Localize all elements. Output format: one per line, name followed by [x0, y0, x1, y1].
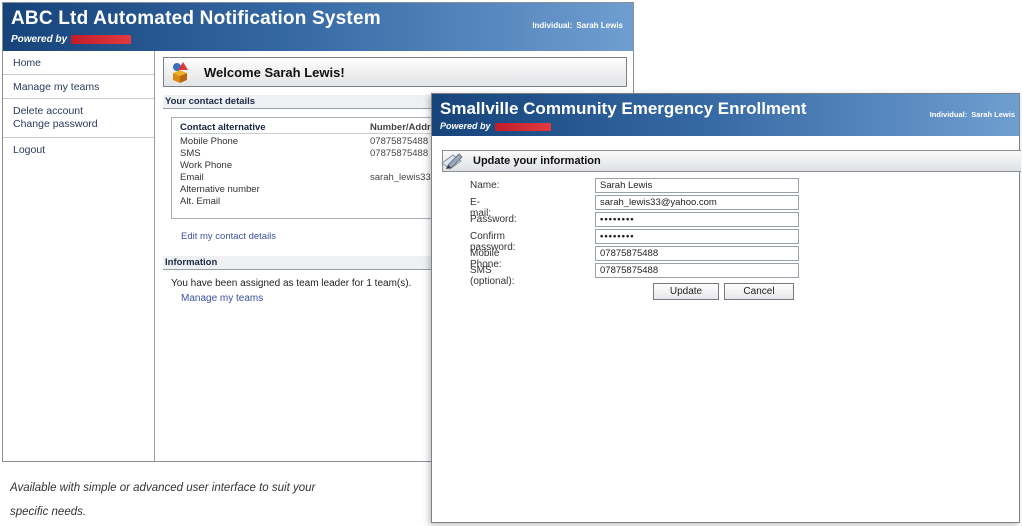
app-header: ABC Ltd Automated Notification System Po… — [3, 3, 633, 51]
app-title: ABC Ltd Automated Notification System — [11, 8, 381, 29]
contact-type: SMS — [180, 148, 201, 159]
name-field[interactable]: Sarah Lewis — [595, 178, 799, 193]
smallville-enrollment-window: Smallville Community Emergency Enrollmen… — [431, 93, 1021, 523]
powered-by-label: Powered by — [440, 121, 491, 131]
sidebar-group-account: Delete account Change password — [3, 99, 154, 138]
contact-type: Alt. Email — [180, 196, 221, 207]
user-label: Individual: — [929, 110, 968, 119]
update-section-header: Update your information — [441, 150, 1021, 172]
contact-type: Alternative number — [180, 184, 260, 195]
sidebar-item-logout[interactable]: Logout — [3, 138, 154, 162]
powered-by-label: Powered by — [11, 34, 68, 45]
user-name: Sarah Lewis — [576, 21, 623, 30]
sidebar-item-delete-account[interactable]: Delete account — [13, 105, 144, 118]
password-label: Password: — [470, 214, 517, 225]
update-section-title: Update your information — [473, 155, 601, 167]
update-button[interactable]: Update — [653, 283, 719, 300]
user-label: Individual: — [532, 21, 573, 30]
marketing-caption: Available with simple or advanced user i… — [10, 482, 316, 518]
sidebar-item-change-password[interactable]: Change password — [13, 118, 144, 131]
name-label: Name: — [470, 180, 500, 191]
sidebar: Home Manage my teams Delete account Chan… — [3, 51, 155, 461]
sidebar-item-manage-teams[interactable]: Manage my teams — [3, 75, 154, 99]
column-header-contact: Contact alternative — [180, 122, 266, 133]
current-user: Individual: Sarah Lewis — [532, 21, 623, 30]
vendor-logo-icon — [71, 34, 132, 44]
confirm-password-field[interactable]: •••••••• — [595, 229, 799, 244]
welcome-banner: Welcome Sarah Lewis! — [163, 57, 627, 87]
app-title: Smallville Community Emergency Enrollmen… — [440, 99, 807, 118]
sidebar-item-home[interactable]: Home — [3, 51, 154, 75]
password-field[interactable]: •••••••• — [595, 212, 799, 227]
current-user: Individual: Sarah Lewis — [930, 110, 1015, 119]
contact-type: Email — [180, 172, 204, 183]
contact-type: Work Phone — [180, 160, 233, 171]
vendor-logo-icon — [494, 122, 551, 131]
mobile-phone-field[interactable]: 07875875488 — [595, 246, 799, 261]
cancel-button[interactable]: Cancel — [724, 283, 794, 300]
powered-by: Powered by — [440, 121, 551, 131]
contact-type: Mobile Phone — [180, 136, 239, 147]
pencil-notepad-icon — [441, 153, 463, 170]
shapes-cube-icon — [173, 62, 188, 83]
sms-label: SMS (optional): — [470, 265, 515, 287]
welcome-message: Welcome Sarah Lewis! — [204, 65, 345, 80]
user-name: Sarah Lewis — [971, 110, 1015, 119]
app-header: Smallville Community Emergency Enrollmen… — [432, 94, 1019, 136]
powered-by: Powered by — [11, 34, 132, 45]
email-field[interactable]: sarah_lewis33@yahoo.com — [595, 195, 799, 210]
sms-field[interactable]: 07875875488 — [595, 263, 799, 278]
